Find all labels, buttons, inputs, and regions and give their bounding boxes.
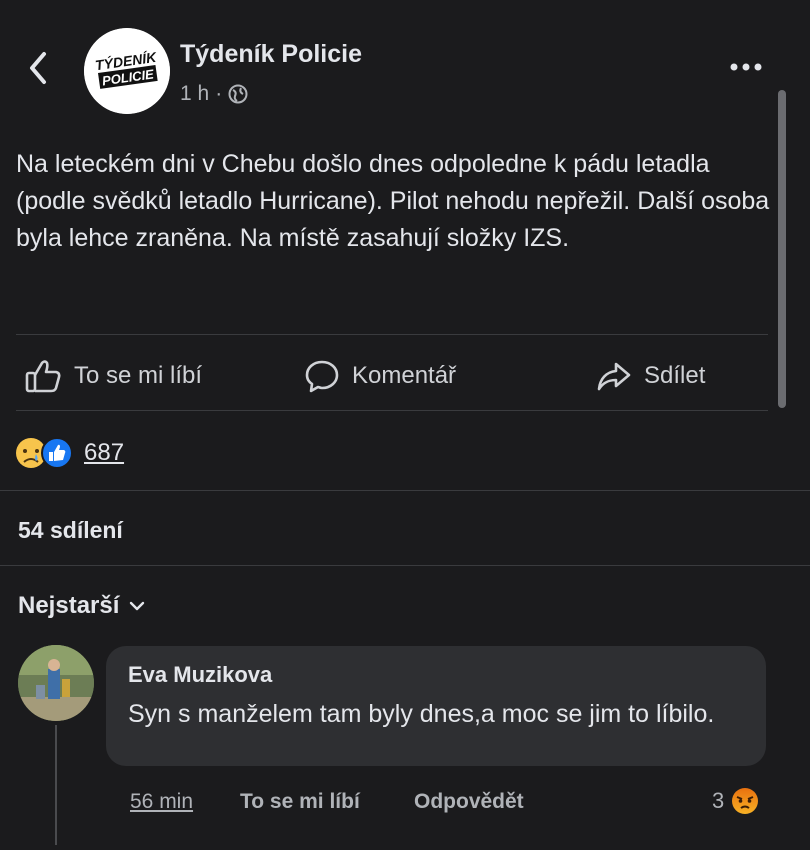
like-reaction-icon	[41, 437, 73, 469]
meta-separator: ·	[215, 82, 223, 105]
commenter-avatar[interactable]	[18, 645, 94, 721]
divider	[0, 490, 810, 491]
back-button[interactable]	[22, 48, 56, 88]
divider	[16, 334, 768, 335]
more-options-button[interactable]	[726, 54, 766, 80]
post-text: Na leteckém dni v Chebu došlo dnes odpol…	[16, 150, 770, 252]
like-button[interactable]: To se mi líbí	[24, 356, 202, 396]
thumbs-up-icon	[25, 360, 61, 393]
comment-reaction-count: 3	[712, 788, 725, 813]
chevron-down-icon	[130, 601, 145, 611]
globe-icon	[228, 84, 248, 104]
comment-button[interactable]: Komentář	[304, 356, 456, 396]
comment-time[interactable]: 56 min	[130, 790, 193, 814]
share-label: Sdílet	[644, 362, 706, 389]
post-time[interactable]: 1 h	[180, 82, 209, 106]
post-actions-bar: To se mi líbí Komentář Sdílet	[0, 356, 780, 396]
page-avatar[interactable]: TÝDENÍK POLICIE	[84, 28, 170, 114]
shares-count[interactable]: 54 sdílení	[18, 517, 123, 544]
reaction-summary[interactable]: 687	[14, 436, 124, 470]
thread-line	[55, 725, 57, 845]
chevron-left-icon	[30, 52, 46, 84]
comment-text: Syn s manželem tam byly dnes,a moc se ji…	[128, 700, 715, 728]
reaction-count[interactable]: 687	[84, 439, 124, 467]
comment-sort-dropdown[interactable]: Nejstarší	[18, 592, 145, 620]
avatar-photo	[18, 645, 94, 721]
share-button[interactable]: Sdílet	[596, 356, 705, 396]
divider	[0, 565, 810, 566]
comment-label: Komentář	[352, 362, 457, 389]
angry-reaction-icon	[732, 788, 759, 814]
divider	[16, 410, 768, 411]
comment-like-button[interactable]: To se mi líbí	[240, 790, 360, 814]
comment-reactions[interactable]: 3	[712, 786, 760, 816]
more-dots-icon	[730, 63, 762, 71]
comment-reply-button[interactable]: Odpovědět	[414, 790, 524, 814]
page-name[interactable]: Týdeník Policie	[180, 40, 362, 69]
share-arrow-icon	[597, 362, 631, 391]
post-meta: 1 h ·	[180, 82, 248, 106]
reaction-icons	[16, 437, 73, 469]
like-label: To se mi líbí	[74, 362, 203, 389]
comment-author[interactable]: Eva Muzikova	[128, 662, 272, 688]
sort-label: Nejstarší	[18, 592, 120, 619]
comment-bubble-icon	[305, 360, 339, 393]
page-logo: TÝDENÍK POLICIE	[84, 28, 170, 114]
